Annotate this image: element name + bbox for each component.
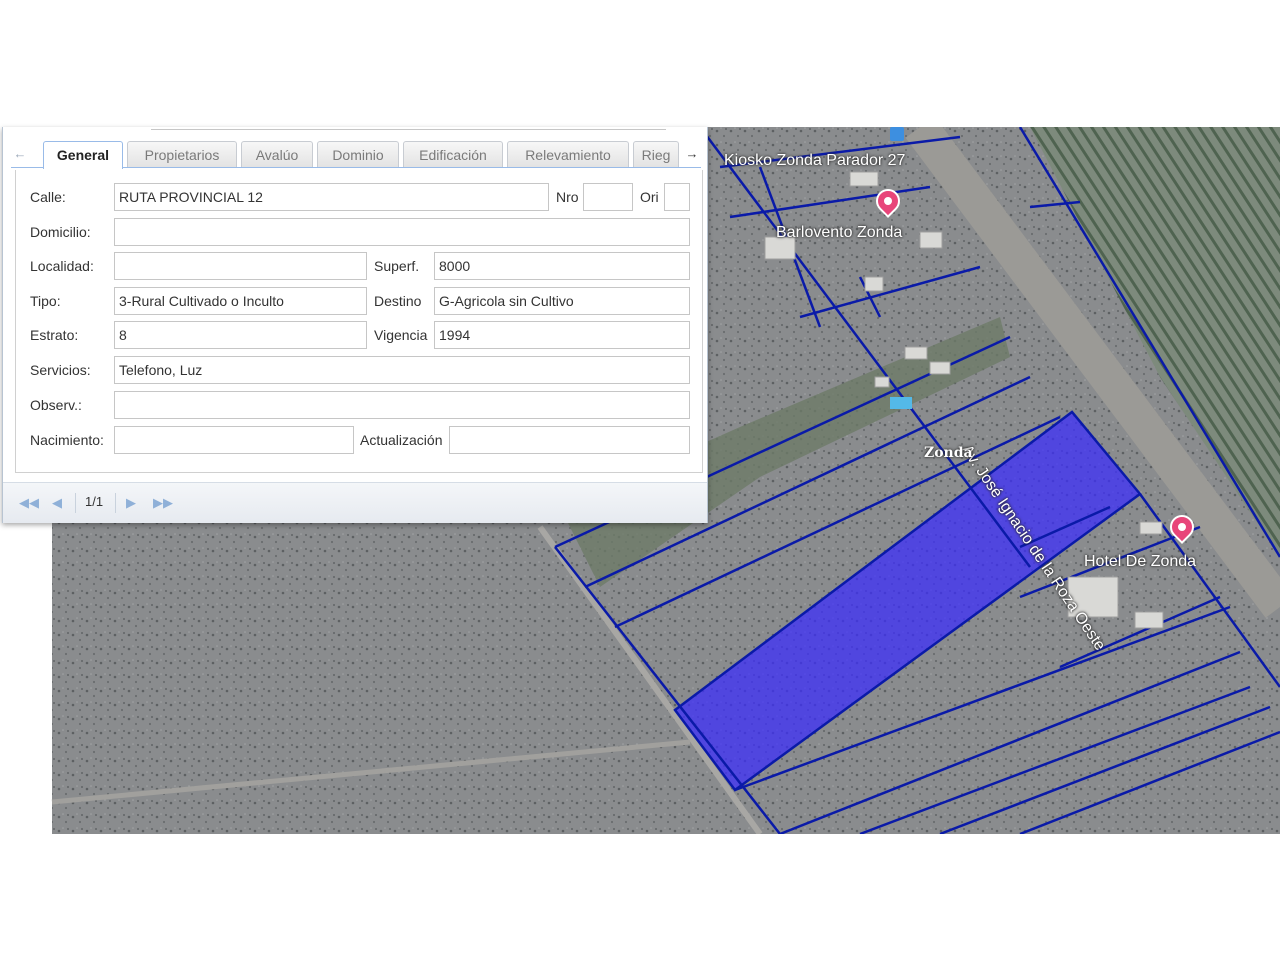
nro-label: Nro [556, 189, 579, 205]
calle-field[interactable]: RUTA PROVINCIAL 12 [114, 183, 549, 211]
general-form: Calle: RUTA PROVINCIAL 12 Nro Ori Domici… [15, 170, 703, 473]
tab-avaluo[interactable]: Avalúo [241, 141, 313, 167]
tab-general[interactable]: General [43, 141, 123, 169]
servicios-field[interactable]: Telefono, Luz [114, 356, 690, 384]
transit-marker[interactable] [890, 127, 904, 141]
map-label-kiosko[interactable]: Kiosko Zonda Parador 27 [724, 152, 905, 170]
destino-label: Destino [374, 293, 422, 309]
map-label-zonda[interactable]: Zonda [924, 445, 973, 461]
tab-riego[interactable]: Rieg [633, 141, 679, 167]
tab-dominio[interactable]: Dominio [317, 141, 399, 167]
domicilio-field[interactable] [114, 218, 690, 246]
nro-field[interactable] [583, 183, 633, 211]
superf-field[interactable]: 8000 [434, 252, 690, 280]
domicilio-label: Domicilio: [30, 224, 91, 240]
ori-field[interactable] [664, 183, 690, 211]
actualizacion-label: Actualización [360, 432, 443, 448]
calle-label: Calle: [30, 189, 66, 205]
servicios-label: Servicios: [30, 362, 91, 378]
nacimiento-label: Nacimiento: [30, 432, 104, 448]
tab-strip: ← General Propietarios Avalúo Dominio Ed… [11, 139, 701, 169]
vigencia-label: Vigencia [374, 327, 428, 343]
ori-label: Ori [640, 189, 659, 205]
pool [890, 397, 912, 409]
next-page-icon[interactable]: ▶ [123, 495, 139, 511]
localidad-field[interactable] [114, 252, 367, 280]
estrato-field[interactable]: 8 [114, 321, 367, 349]
estrato-label: Estrato: [30, 327, 79, 343]
first-page-icon[interactable]: ◀◀ [19, 495, 39, 511]
tab-propietarios[interactable]: Propietarios [127, 141, 237, 167]
tab-scroll-right-icon[interactable]: → [683, 143, 701, 165]
observ-field[interactable] [114, 391, 690, 419]
page-display: 1/1 [85, 494, 104, 509]
tipo-field[interactable]: 3-Rural Cultivado o Inculto [114, 287, 367, 315]
map-label-hotel[interactable]: Hotel De Zonda [1084, 553, 1196, 571]
prev-page-icon[interactable]: ◀ [49, 495, 65, 511]
tab-scroll-left-icon[interactable]: ← [11, 143, 29, 165]
destino-field[interactable]: G-Agricola sin Cultivo [434, 287, 690, 315]
last-page-icon[interactable]: ▶▶ [153, 495, 173, 511]
tipo-label: Tipo: [30, 293, 61, 309]
tab-relevamiento[interactable]: Relevamiento [507, 141, 629, 167]
vigencia-field[interactable]: 1994 [434, 321, 690, 349]
pager-separator [75, 493, 76, 513]
actualizacion-field[interactable] [449, 426, 690, 454]
tab-edificacion[interactable]: Edificación [403, 141, 503, 167]
top-search-field[interactable] [151, 127, 666, 130]
map-label-barlovento[interactable]: Barlovento Zonda [776, 224, 902, 242]
pager-toolbar: ◀◀ ◀ 1/1 ▶ ▶▶ [3, 482, 707, 523]
parcel-info-panel: ← General Propietarios Avalúo Dominio Ed… [2, 127, 708, 523]
localidad-label: Localidad: [30, 258, 94, 274]
superf-label: Superf. [374, 258, 420, 274]
nacimiento-field[interactable] [114, 426, 354, 454]
observ-label: Observ.: [30, 397, 82, 413]
pager-separator [115, 493, 116, 513]
